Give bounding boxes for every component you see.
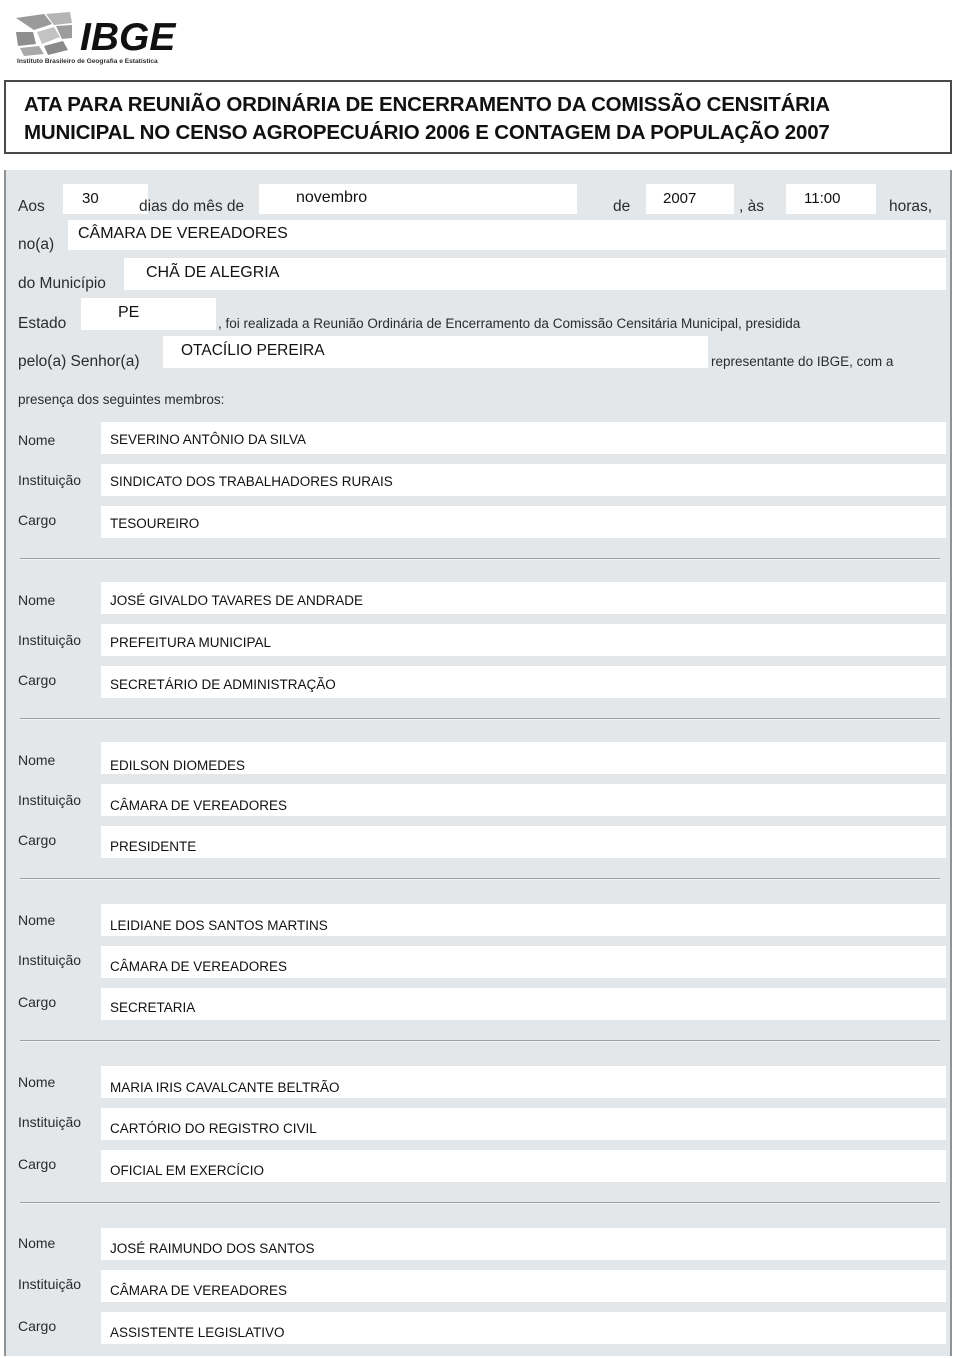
member-separator-2 bbox=[20, 718, 940, 720]
value-local: CÂMARA DE VEREADORES bbox=[78, 225, 288, 242]
label-nome-3: Nome bbox=[18, 752, 56, 768]
value-nome-6: JOSÉ RAIMUNDO DOS SANTOS bbox=[110, 1241, 315, 1256]
label-nome-6: Nome bbox=[18, 1235, 56, 1251]
member-separator-1 bbox=[20, 558, 940, 560]
label-de: de bbox=[613, 198, 631, 215]
value-nome-1: SEVERINO ANTÔNIO DA SILVA bbox=[110, 432, 307, 447]
member-separator-4 bbox=[20, 1040, 940, 1042]
value-nome-5: MARIA IRIS CAVALCANTE BELTRÃO bbox=[110, 1080, 340, 1095]
value-cargo-2: SECRETÁRIO DE ADMINISTRAÇÃO bbox=[110, 677, 336, 692]
label-cargo-4: Cargo bbox=[18, 994, 57, 1010]
label-municipio: do Município bbox=[18, 275, 106, 292]
label-cargo-1: Cargo bbox=[18, 512, 57, 528]
label-as: , às bbox=[739, 198, 764, 215]
value-nome-3: EDILSON DIOMEDES bbox=[110, 758, 246, 773]
value-cargo-1: TESOUREIRO bbox=[110, 516, 200, 531]
ata-document-page: IBGE Instituto Brasileiro de Geografia e… bbox=[0, 0, 960, 1358]
label-nome-1: Nome bbox=[18, 432, 56, 448]
ibge-subtitle-text: Instituto Brasileiro de Geografia e Esta… bbox=[17, 58, 158, 65]
title-line-2: MUNICIPAL NO CENSO AGROPECUÁRIO 2006 E C… bbox=[24, 121, 830, 144]
label-noa: no(a) bbox=[18, 236, 55, 253]
member-separator-3 bbox=[20, 878, 940, 880]
value-instituicao-3: CÂMARA DE VEREADORES bbox=[110, 798, 288, 813]
value-instituicao-6: CÂMARA DE VEREADORES bbox=[110, 1283, 288, 1298]
value-instituicao-1: SINDICATO DOS TRABALHADORES RURAIS bbox=[110, 474, 393, 489]
value-instituicao-4: CÂMARA DE VEREADORES bbox=[110, 959, 288, 974]
value-instituicao-5: CARTÓRIO DO REGISTRO CIVIL bbox=[110, 1121, 317, 1136]
sentence-end: representante do IBGE, com a bbox=[711, 354, 894, 369]
value-cargo-4: SECRETARIA bbox=[110, 1000, 196, 1015]
label-cargo-5: Cargo bbox=[18, 1156, 57, 1172]
header-band: IBGE Instituto Brasileiro de Geografia e… bbox=[0, 0, 960, 78]
member-separator-5 bbox=[20, 1202, 940, 1204]
label-cargo-6: Cargo bbox=[18, 1318, 57, 1334]
label-nome-5: Nome bbox=[18, 1074, 56, 1090]
label-instituicao-6: Instituição bbox=[18, 1276, 82, 1292]
field-cargo-4[interactable] bbox=[101, 988, 946, 1020]
value-year: 2007 bbox=[663, 190, 697, 207]
label-estado: Estado bbox=[18, 315, 67, 332]
ibge-mosaic-logo-icon: IBGE Instituto Brasileiro de Geografia e… bbox=[16, 12, 176, 65]
title-line-1: ATA PARA REUNIÃO ORDINÁRIA DE ENCERRAMEN… bbox=[24, 93, 830, 116]
form-body: Aos 30 dias do mês de novembro de 2007 ,… bbox=[4, 170, 952, 1356]
sentence-middle: , foi realizada a Reunião Ordinária de E… bbox=[218, 316, 801, 331]
value-presidente: OTACÍLIO PEREIRA bbox=[181, 342, 325, 359]
field-cargo-1[interactable] bbox=[101, 506, 946, 538]
label-instituicao-2: Instituição bbox=[18, 632, 82, 648]
label-instituicao-5: Instituição bbox=[18, 1114, 82, 1130]
label-nome-4: Nome bbox=[18, 912, 56, 928]
value-cargo-3: PRESIDENTE bbox=[110, 839, 197, 854]
value-cargo-5: OFICIAL EM EXERCÍCIO bbox=[110, 1163, 265, 1178]
label-instituicao-1: Instituição bbox=[18, 472, 82, 488]
label-pelo-senhor: pelo(a) Senhor(a) bbox=[18, 353, 140, 370]
label-instituicao-3: Instituição bbox=[18, 792, 82, 808]
label-dias-do-mes-de: dias do mês de bbox=[139, 198, 245, 215]
value-time: 11:00 bbox=[804, 190, 841, 207]
value-nome-4: LEIDIANE DOS SANTOS MARTINS bbox=[110, 918, 328, 933]
ibge-wordmark: IBGE bbox=[80, 16, 176, 59]
value-instituicao-2: PREFEITURA MUNICIPAL bbox=[110, 635, 272, 650]
sentence-last: presença dos seguintes membros: bbox=[18, 392, 225, 407]
value-nome-2: JOSÉ GIVALDO TAVARES DE ANDRADE bbox=[110, 593, 364, 608]
document-title-box: ATA PARA REUNIÃO ORDINÁRIA DE ENCERRAMEN… bbox=[4, 80, 952, 154]
label-horas: horas, bbox=[889, 198, 933, 215]
label-aos: Aos bbox=[18, 198, 45, 215]
label-cargo-3: Cargo bbox=[18, 832, 57, 848]
value-estado: PE bbox=[118, 304, 140, 321]
label-cargo-2: Cargo bbox=[18, 672, 57, 688]
field-day[interactable] bbox=[63, 184, 148, 214]
value-day: 30 bbox=[82, 190, 99, 207]
value-municipio: CHÃ DE ALEGRIA bbox=[146, 264, 280, 281]
field-cargo-3[interactable] bbox=[101, 826, 946, 858]
value-cargo-6: ASSISTENTE LEGISLATIVO bbox=[110, 1325, 285, 1340]
label-nome-2: Nome bbox=[18, 592, 56, 608]
field-estado[interactable] bbox=[81, 298, 216, 330]
label-instituicao-4: Instituição bbox=[18, 952, 82, 968]
value-month: novembro bbox=[296, 189, 368, 206]
